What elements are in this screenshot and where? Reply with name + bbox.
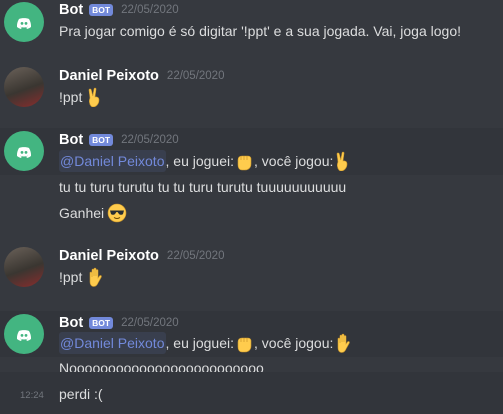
- message-content: @Daniel Peixoto , eu joguei: , você jogo…: [59, 150, 353, 172]
- message-content: !ppt: [59, 86, 105, 108]
- timestamp: 22/05/2020: [166, 250, 225, 262]
- user-avatar[interactable]: [4, 247, 44, 287]
- message-text: !ppt: [59, 89, 83, 105]
- message-text: , você jogou:: [254, 335, 334, 351]
- raised-hand-icon: [90, 267, 103, 287]
- author-name[interactable]: Bot: [59, 2, 83, 18]
- timestamp: 22/05/2020: [121, 4, 179, 16]
- user-avatar[interactable]: [4, 67, 44, 107]
- message-text: , eu joguei:: [165, 335, 235, 351]
- victory-hand-icon: [337, 151, 348, 171]
- message-text: perdi :(: [59, 386, 103, 402]
- message-text: , eu joguei:: [165, 153, 235, 169]
- bot-avatar[interactable]: [4, 314, 44, 354]
- author-name[interactable]: Bot: [59, 315, 83, 331]
- user-mention[interactable]: @Daniel Peixoto: [59, 332, 166, 354]
- bot-badge: BOT: [89, 4, 114, 16]
- bot-avatar[interactable]: [4, 2, 44, 42]
- timestamp: 22/05/2020: [121, 134, 179, 146]
- author-name[interactable]: Daniel Peixoto: [59, 248, 159, 264]
- message-content: !ppt: [59, 266, 105, 288]
- raised-fist-icon: [237, 337, 252, 353]
- message-text: tu tu turu turutu tu tu turu turutu tuuu…: [59, 179, 347, 195]
- user-mention[interactable]: @Daniel Peixoto: [59, 150, 166, 172]
- message-text: Ganhei: [59, 205, 105, 221]
- raised-fist-icon: [237, 155, 252, 171]
- author-name[interactable]: Daniel Peixoto: [59, 68, 159, 84]
- timestamp: 22/05/2020: [121, 317, 179, 329]
- raised-hand-icon: [338, 333, 351, 353]
- message-text: !ppt: [59, 269, 83, 285]
- victory-hand-icon: [89, 87, 100, 107]
- message-user-2: Daniel Peixoto 22/05/2020 !ppt: [0, 246, 503, 294]
- message-content: @Daniel Peixoto , eu joguei: , você jogo…: [59, 332, 353, 354]
- message-content: Pra jogar comigo é só digitar '!ppt' e a…: [59, 20, 461, 42]
- message-bot-2: Bot BOT 22/05/2020 @Daniel Peixoto , eu …: [0, 130, 503, 226]
- message-content: perdi :(: [59, 383, 103, 405]
- author-name[interactable]: Bot: [59, 132, 83, 148]
- message-text: , você jogou:: [254, 153, 334, 169]
- message-text: Pra jogar comigo é só digitar '!ppt' e a…: [59, 23, 462, 39]
- discord-logo-icon: [16, 18, 32, 29]
- discord-logo-icon: [16, 330, 32, 341]
- bot-avatar[interactable]: [4, 131, 44, 171]
- message-user-1: Daniel Peixoto 22/05/2020 !ppt: [0, 66, 503, 114]
- bot-badge: BOT: [89, 134, 114, 146]
- message-content: Ganhei: [59, 202, 127, 224]
- discord-logo-icon: [16, 147, 32, 158]
- hover-timestamp: 12:24: [20, 390, 44, 401]
- sunglasses-face-icon: [107, 203, 127, 223]
- message-bot-1: Bot BOT 22/05/2020 Pra jogar comigo é só…: [0, 0, 503, 48]
- bot-badge: BOT: [89, 317, 114, 329]
- timestamp: 22/05/2020: [166, 70, 225, 82]
- message-content: tu tu turu turutu tu tu turu turutu tuuu…: [59, 176, 346, 198]
